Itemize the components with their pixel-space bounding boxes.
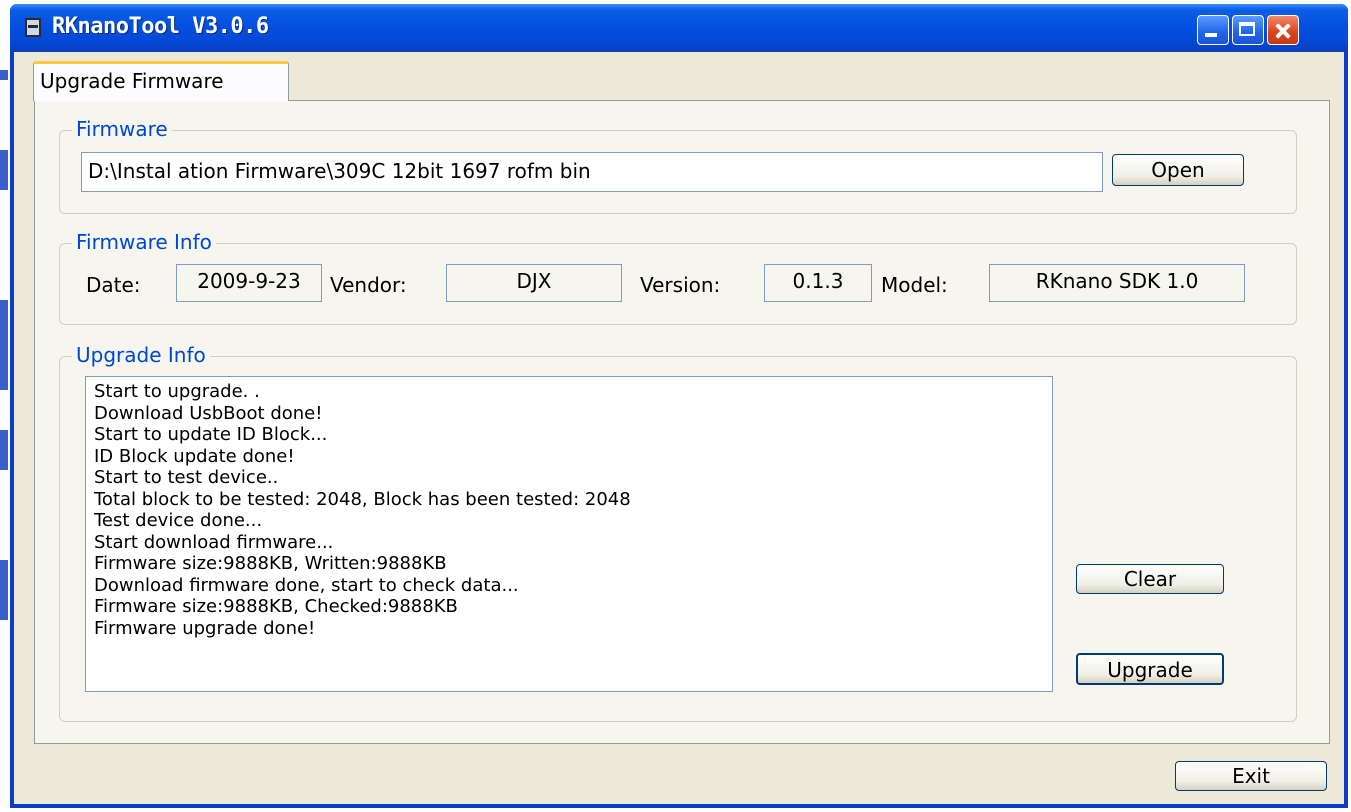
app-icon: [25, 18, 41, 37]
log-line: Download firmware done, start to check d…: [94, 574, 519, 596]
log-line: Start to test device..: [94, 467, 279, 488]
tab-upgrade-firmware[interactable]: Upgrade Firmware: [33, 61, 289, 101]
client-area: Upgrade Firmware Firmware D:\Instal atio…: [14, 52, 1344, 804]
log-line: ID Block update done!: [94, 445, 295, 467]
exit-button[interactable]: Exit: [1175, 761, 1327, 791]
log-line: Start to upgrade. .: [94, 381, 260, 402]
open-button[interactable]: Open: [1112, 154, 1244, 186]
log-line: Total block to be tested: 2048, Block ha…: [94, 488, 631, 510]
upgrade-log[interactable]: Start to upgrade. . Download UsbBoot don…: [85, 376, 1053, 692]
log-line: Start download firmware...: [94, 531, 334, 553]
minimize-button[interactable]: [1197, 15, 1229, 45]
log-line: Firmware upgrade done!: [94, 617, 316, 639]
log-line: Firmware size:9888KB, Checked:9888KB: [94, 596, 458, 617]
model-value: RKnano SDK 1.0: [989, 264, 1245, 302]
desktop-edge: [0, 0, 10, 812]
log-line: Firmware size:9888KB, Written:9888KB: [94, 553, 447, 574]
window-title: RKnanoTool V3.0.6: [52, 14, 269, 39]
upgrade-button[interactable]: Upgrade: [1076, 653, 1224, 685]
log-line: Download UsbBoot done!: [94, 402, 323, 424]
vendor-value: DJX: [446, 264, 622, 302]
app-window: RKnanoTool V3.0.6 Upgrade Firmware Firmw…: [10, 4, 1348, 808]
upgrade-info-group-label: Upgrade Info: [72, 343, 210, 367]
date-value: 2009-9-23: [176, 264, 322, 302]
log-line: Test device done...: [94, 510, 263, 531]
version-value: 0.1.3: [764, 264, 872, 302]
date-label: Date:: [86, 273, 141, 297]
log-line: Start to update ID Block...: [94, 424, 328, 445]
vendor-label: Vendor:: [330, 273, 407, 297]
title-bar[interactable]: RKnanoTool V3.0.6: [10, 4, 1348, 52]
model-label: Model:: [881, 273, 948, 297]
firmware-path-field[interactable]: D:\Instal ation Firmware\309C 12bit 1697…: [81, 152, 1103, 192]
firmware-group-label: Firmware: [72, 117, 172, 141]
close-button[interactable]: [1267, 15, 1299, 45]
firmware-info-group-label: Firmware Info: [72, 230, 216, 254]
clear-button[interactable]: Clear: [1076, 564, 1224, 594]
version-label: Version:: [640, 273, 721, 297]
maximize-button[interactable]: [1232, 15, 1264, 45]
